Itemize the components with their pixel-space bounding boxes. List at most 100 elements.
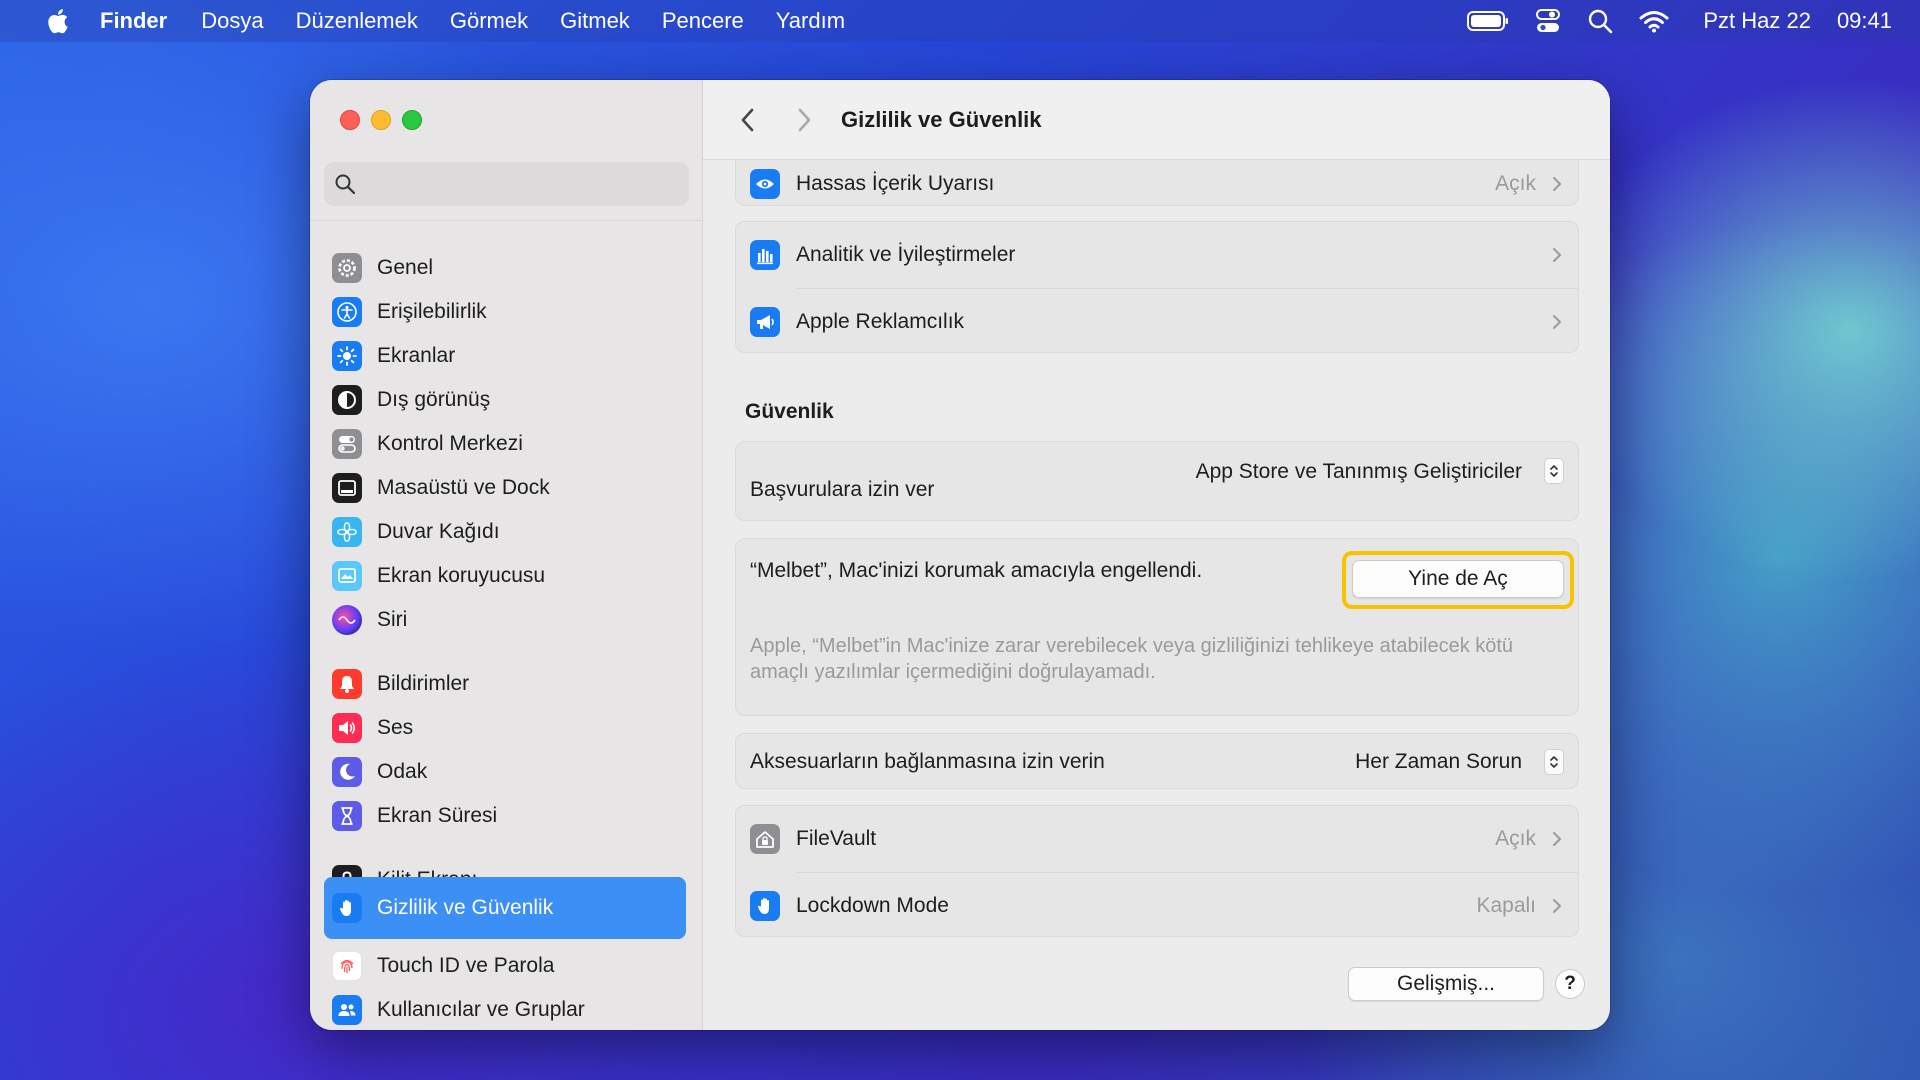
sidebar-item-appearance[interactable]: Dış görünüş: [324, 378, 686, 422]
chevron-right-icon: [1553, 248, 1562, 262]
window-controls: [340, 110, 433, 130]
control-center-icon[interactable]: [1535, 8, 1561, 34]
row-label: Aksesuarların bağlanmasına izin verin: [750, 750, 1105, 773]
sidebar-item-label: Bildirimler: [377, 672, 470, 695]
blocked-app-card: “Melbet”, Mac'inizi korumak amacıyla eng…: [735, 538, 1579, 716]
row-value: Kapalı: [1476, 893, 1536, 917]
chevron-right-icon: [1553, 314, 1562, 329]
menu-bar-status: Pzt Haz 22 09:41: [1441, 0, 1892, 42]
menu-time[interactable]: 09:41: [1837, 8, 1892, 34]
menu-go[interactable]: Gitmek: [560, 8, 630, 34]
help-button[interactable]: ?: [1555, 969, 1585, 999]
updown-chevron-icon: [1550, 756, 1558, 768]
wifi-icon[interactable]: [1639, 9, 1669, 33]
row-filevault[interactable]: FileVault Açık: [736, 806, 1578, 872]
sidebar-item-siri[interactable]: Siri: [324, 598, 686, 642]
apple-logo-icon[interactable]: [44, 7, 70, 35]
sidebar-item-label: Masaüstü ve Dock: [377, 476, 550, 499]
sidebar-item-label: Gizlilik ve Güvenlik: [377, 896, 554, 919]
sidebar-item-privacy-security[interactable]: Gizlilik ve Güvenlik: [324, 877, 686, 939]
filevault-lockdown-card: FileVault Açık Lockdown Mode Kapalı: [735, 805, 1579, 937]
forward-chevron-icon[interactable]: [793, 106, 815, 134]
sidebar-item-label: Erişilebilirlik: [377, 300, 487, 323]
menu-help[interactable]: Yardım: [776, 8, 845, 34]
sidebar-item-users-groups[interactable]: Kullanıcılar ve Gruplar: [324, 988, 686, 1030]
sidebar-item-control-center[interactable]: Kontrol Merkezi: [324, 422, 686, 466]
advanced-button[interactable]: Gelişmiş...: [1348, 967, 1544, 1001]
sidebar-item-general[interactable]: Genel: [324, 246, 686, 290]
open-anyway-button[interactable]: Yine de Aç: [1352, 560, 1564, 598]
menu-date[interactable]: Pzt Haz 22: [1703, 8, 1811, 34]
accessories-popup-value[interactable]: Her Zaman Sorun: [1355, 750, 1522, 774]
sidebar-item-label: Odak: [377, 760, 428, 783]
hand-icon: [332, 893, 362, 923]
updown-chevron-icon: [1550, 465, 1558, 477]
settings-window: Genel Erişilebilirlik Ekranlar Dış görün…: [310, 80, 1610, 1030]
row-apple-advertising[interactable]: Apple Reklamcılık: [736, 289, 1578, 354]
sidebar-item-label: Duvar Kağıdı: [377, 520, 500, 543]
sidebar-item-screen-saver[interactable]: Ekran koruyucusu: [324, 554, 686, 598]
dock-icon: [332, 473, 362, 503]
house-lock-icon: [750, 824, 780, 854]
row-lockdown-mode[interactable]: Lockdown Mode Kapalı: [736, 873, 1578, 938]
zoom-button[interactable]: [402, 110, 422, 130]
sidebar-divider: [310, 220, 703, 221]
sidebar-item-wallpaper[interactable]: Duvar Kağıdı: [324, 510, 686, 554]
page-title: Gizlilik ve Güvenlik: [841, 107, 1042, 132]
menu-window[interactable]: Pencere: [662, 8, 744, 34]
sidebar-item-desktop-dock[interactable]: Masaüstü ve Dock: [324, 466, 686, 510]
row-value: Açık: [1495, 172, 1536, 195]
sidebar: Genel Erişilebilirlik Ekranlar Dış görün…: [310, 80, 703, 1030]
allow-apps-stepper[interactable]: [1544, 458, 1564, 484]
accessibility-icon: [332, 297, 362, 327]
appearance-icon: [332, 385, 362, 415]
battery-icon[interactable]: [1467, 10, 1509, 32]
sidebar-item-label: Touch ID ve Parola: [377, 954, 555, 977]
fingerprint-icon: [332, 951, 362, 981]
eye-icon: [750, 169, 780, 199]
users-icon: [332, 995, 362, 1025]
row-label: Lockdown Mode: [796, 893, 949, 917]
row-sensitive-content[interactable]: Hassas İçerik Uyarısı Açık: [736, 161, 1578, 207]
sidebar-item-sound[interactable]: Ses: [324, 706, 686, 750]
menu-edit[interactable]: Düzenlemek: [296, 8, 418, 34]
sidebar-item-focus[interactable]: Odak: [324, 750, 686, 794]
menu-file[interactable]: Dosya: [201, 8, 263, 34]
flower-icon: [332, 517, 362, 547]
main-content: Gizlilik ve Güvenlik Hassas İçerik Uyarı…: [703, 80, 1610, 1030]
row-analytics[interactable]: Analitik ve İyileştirmeler: [736, 222, 1578, 288]
row-allow-apps: Başvurulara izin ver App Store ve Tanınm…: [736, 442, 1578, 522]
search-icon[interactable]: [1587, 8, 1613, 34]
siri-icon: [332, 605, 362, 635]
sidebar-item-notifications[interactable]: Bildirimler: [324, 662, 686, 706]
minimize-button[interactable]: [371, 110, 391, 130]
sidebar-item-touch-id[interactable]: Touch ID ve Parola: [324, 944, 686, 988]
sun-icon: [332, 341, 362, 371]
accessories-stepper[interactable]: [1544, 749, 1564, 775]
menu-app-name[interactable]: Finder: [100, 8, 167, 34]
menu-view[interactable]: Görmek: [450, 8, 528, 34]
hourglass-icon: [332, 801, 362, 831]
sidebar-item-label: Ekran koruyucusu: [377, 564, 546, 587]
chart-icon: [750, 240, 780, 270]
sidebar-item-label: Ekran Süresi: [377, 804, 498, 827]
back-chevron-icon[interactable]: [737, 106, 759, 134]
sidebar-item-displays[interactable]: Ekranlar: [324, 334, 686, 378]
chevron-right-icon: [1553, 832, 1562, 846]
row-accessories: Aksesuarların bağlanmasına izin verin He…: [736, 734, 1578, 790]
sidebar-item-label: Kullanıcılar ve Gruplar: [377, 998, 585, 1021]
security-section-title: Güvenlik: [745, 400, 834, 423]
sidebar-item-label: Ses: [377, 716, 414, 739]
sidebar-search-field[interactable]: [324, 162, 689, 206]
close-button[interactable]: [340, 110, 360, 130]
bell-icon: [332, 669, 362, 699]
screensaver-icon: [332, 561, 362, 591]
sidebar-item-label: Dış görünüş: [377, 388, 491, 411]
sidebar-item-accessibility[interactable]: Erişilebilirlik: [324, 290, 686, 334]
speaker-icon: [332, 713, 362, 743]
sidebar-item-screen-time[interactable]: Ekran Süresi: [324, 794, 686, 838]
allow-apps-card: Başvurulara izin ver App Store ve Tanınm…: [735, 441, 1579, 521]
blocked-app-description: Apple, “Melbet”in Mac'inize zarar verebi…: [750, 635, 1514, 683]
allow-apps-popup-value[interactable]: App Store ve Tanınmış Geliştiriciler: [1196, 460, 1522, 484]
chevron-right-icon: [1553, 898, 1562, 913]
